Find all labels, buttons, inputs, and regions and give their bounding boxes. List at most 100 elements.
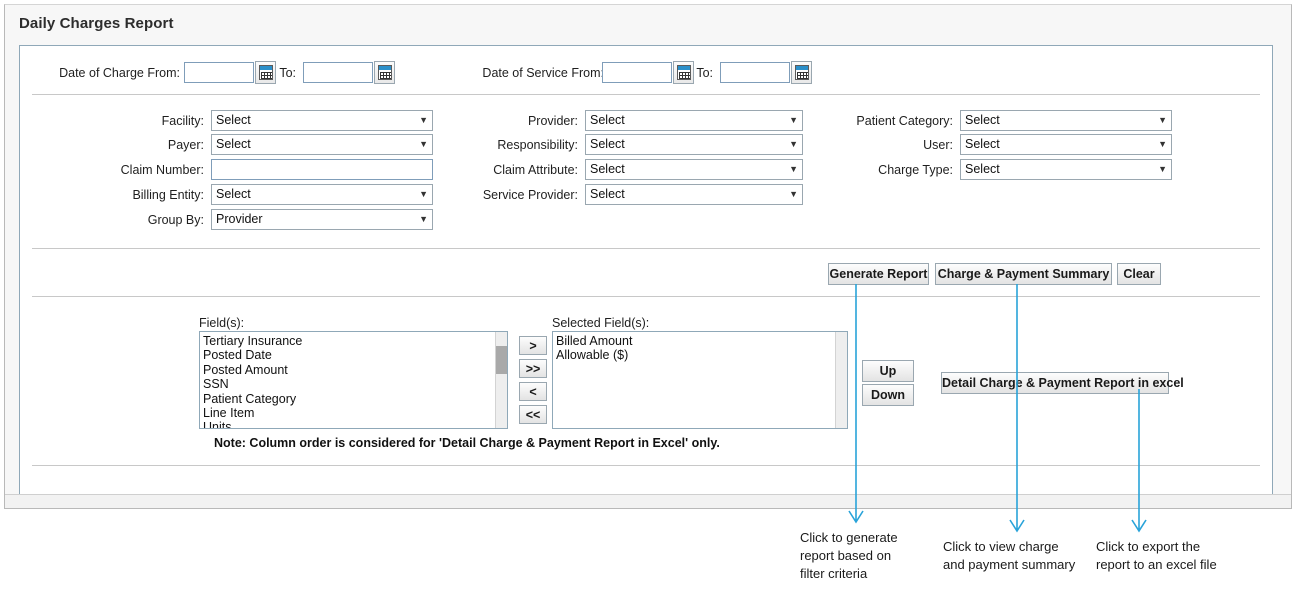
payer-label: Payer: bbox=[80, 138, 204, 152]
annotation-line: Click to generate bbox=[800, 529, 930, 547]
calendar-icon bbox=[795, 65, 809, 80]
service-provider-label: Service Provider: bbox=[450, 188, 578, 202]
chevron-down-icon: ▼ bbox=[1158, 160, 1167, 179]
move-down-button[interactable]: Down bbox=[862, 384, 914, 406]
user-label: User: bbox=[820, 138, 953, 152]
facility-select-value: Select bbox=[216, 113, 251, 127]
divider-fields-top bbox=[32, 296, 1260, 297]
facility-label: Facility: bbox=[80, 114, 204, 128]
provider-label: Provider: bbox=[450, 114, 578, 128]
move-right-button[interactable]: > bbox=[519, 336, 547, 355]
annotation-generate-report: Click to generate report based on filter… bbox=[800, 529, 930, 583]
divider-top bbox=[32, 94, 1260, 95]
group-by-select-value: Provider bbox=[216, 212, 263, 226]
chevron-down-icon: ▼ bbox=[419, 111, 428, 130]
available-fields-label: Field(s): bbox=[199, 316, 399, 330]
window-status-bar bbox=[5, 494, 1291, 508]
user-select[interactable]: Select ▼ bbox=[960, 134, 1172, 155]
annotation-excel-export: Click to export the report to an excel f… bbox=[1096, 538, 1246, 574]
column-order-note: Note: Column order is considered for 'De… bbox=[214, 436, 720, 450]
list-item[interactable]: Line Item bbox=[202, 406, 495, 420]
report-window: Daily Charges Report Date of Charge From… bbox=[4, 4, 1292, 509]
claim-number-label: Claim Number: bbox=[80, 163, 204, 177]
chevron-down-icon: ▼ bbox=[419, 135, 428, 154]
group-by-label: Group By: bbox=[80, 213, 204, 227]
available-fields-scrollbar[interactable] bbox=[495, 332, 507, 428]
move-all-right-button[interactable]: >> bbox=[519, 359, 547, 378]
date-of-service-to-label: To: bbox=[673, 66, 713, 80]
billing-entity-label: Billing Entity: bbox=[80, 188, 204, 202]
patient-category-select[interactable]: Select ▼ bbox=[960, 110, 1172, 131]
billing-entity-select[interactable]: Select ▼ bbox=[211, 184, 433, 205]
user-select-value: Select bbox=[965, 137, 1000, 151]
charge-type-select[interactable]: Select ▼ bbox=[960, 159, 1172, 180]
page-title: Daily Charges Report bbox=[19, 15, 174, 32]
date-of-charge-from-label: Date of Charge From: bbox=[40, 66, 180, 80]
patient-category-label: Patient Category: bbox=[820, 114, 953, 128]
selected-fields-label: Selected Field(s): bbox=[552, 316, 772, 330]
list-item[interactable]: Allowable ($) bbox=[555, 348, 835, 362]
service-provider-select[interactable]: Select ▼ bbox=[585, 184, 803, 205]
generate-report-button[interactable]: Generate Report bbox=[828, 263, 929, 285]
list-item[interactable]: Posted Amount bbox=[202, 363, 495, 377]
detail-charge-payment-excel-button[interactable]: Detail Charge & Payment Report in excel bbox=[941, 372, 1169, 394]
scrollbar-thumb[interactable] bbox=[496, 346, 507, 374]
list-item[interactable]: Billed Amount bbox=[555, 334, 835, 348]
list-item[interactable]: SSN bbox=[202, 377, 495, 391]
available-fields-listbox[interactable]: Tertiary InsurancePosted DatePosted Amou… bbox=[199, 331, 508, 429]
patient-category-select-value: Select bbox=[965, 113, 1000, 127]
claim-attribute-label: Claim Attribute: bbox=[450, 163, 578, 177]
charge-payment-summary-button[interactable]: Charge & Payment Summary bbox=[935, 263, 1112, 285]
annotation-charge-payment-summary: Click to view charge and payment summary bbox=[943, 538, 1098, 574]
responsibility-label: Responsibility: bbox=[450, 138, 578, 152]
chevron-down-icon: ▼ bbox=[419, 210, 428, 229]
annotation-line: report to an excel file bbox=[1096, 556, 1246, 574]
move-up-button[interactable]: Up bbox=[862, 360, 914, 382]
claim-attribute-select-value: Select bbox=[590, 162, 625, 176]
move-left-button[interactable]: < bbox=[519, 382, 547, 401]
chevron-down-icon: ▼ bbox=[419, 185, 428, 204]
move-all-left-button[interactable]: << bbox=[519, 405, 547, 424]
list-item[interactable]: Units bbox=[202, 420, 495, 429]
charge-type-select-value: Select bbox=[965, 162, 1000, 176]
divider-bottom bbox=[32, 465, 1260, 466]
payer-select-value: Select bbox=[216, 137, 251, 151]
chevron-down-icon: ▼ bbox=[1158, 111, 1167, 130]
calendar-icon-button[interactable] bbox=[791, 61, 812, 84]
list-item[interactable]: Tertiary Insurance bbox=[202, 334, 495, 348]
annotation-line: Click to export the bbox=[1096, 538, 1246, 556]
date-of-service-to-input[interactable] bbox=[720, 62, 790, 83]
annotation-line: Click to view charge bbox=[943, 538, 1098, 556]
responsibility-select-value: Select bbox=[590, 137, 625, 151]
date-of-service-to-field[interactable] bbox=[720, 61, 812, 84]
date-of-service-from-input[interactable] bbox=[602, 62, 672, 83]
annotation-line: report based on bbox=[800, 547, 930, 565]
facility-select[interactable]: Select ▼ bbox=[211, 110, 433, 131]
payer-select[interactable]: Select ▼ bbox=[211, 134, 433, 155]
annotation-line: and payment summary bbox=[943, 556, 1098, 574]
list-item[interactable]: Posted Date bbox=[202, 348, 495, 362]
clear-button[interactable]: Clear bbox=[1117, 263, 1161, 285]
responsibility-select[interactable]: Select ▼ bbox=[585, 134, 803, 155]
service-provider-select-value: Select bbox=[590, 187, 625, 201]
chevron-down-icon: ▼ bbox=[789, 111, 798, 130]
provider-select[interactable]: Select ▼ bbox=[585, 110, 803, 131]
chevron-down-icon: ▼ bbox=[1158, 135, 1167, 154]
claim-number-input[interactable] bbox=[211, 159, 433, 180]
filter-panel: Date of Charge From: To: Date of Service… bbox=[19, 45, 1273, 495]
list-item[interactable]: Patient Category bbox=[202, 392, 495, 406]
date-of-service-from-label: Date of Service From: bbox=[320, 66, 604, 80]
billing-entity-select-value: Select bbox=[216, 187, 251, 201]
claim-attribute-select[interactable]: Select ▼ bbox=[585, 159, 803, 180]
chevron-down-icon: ▼ bbox=[789, 160, 798, 179]
selected-fields-listbox[interactable]: Billed AmountAllowable ($) bbox=[552, 331, 848, 429]
charge-type-label: Charge Type: bbox=[820, 163, 953, 177]
annotation-line: filter criteria bbox=[800, 565, 930, 583]
date-of-charge-from-input[interactable] bbox=[184, 62, 254, 83]
divider-actions bbox=[32, 248, 1260, 249]
date-of-charge-to-label: To: bbox=[256, 66, 296, 80]
selected-fields-scrollbar[interactable] bbox=[835, 332, 847, 428]
chevron-down-icon: ▼ bbox=[789, 135, 798, 154]
group-by-select[interactable]: Provider ▼ bbox=[211, 209, 433, 230]
chevron-down-icon: ▼ bbox=[789, 185, 798, 204]
